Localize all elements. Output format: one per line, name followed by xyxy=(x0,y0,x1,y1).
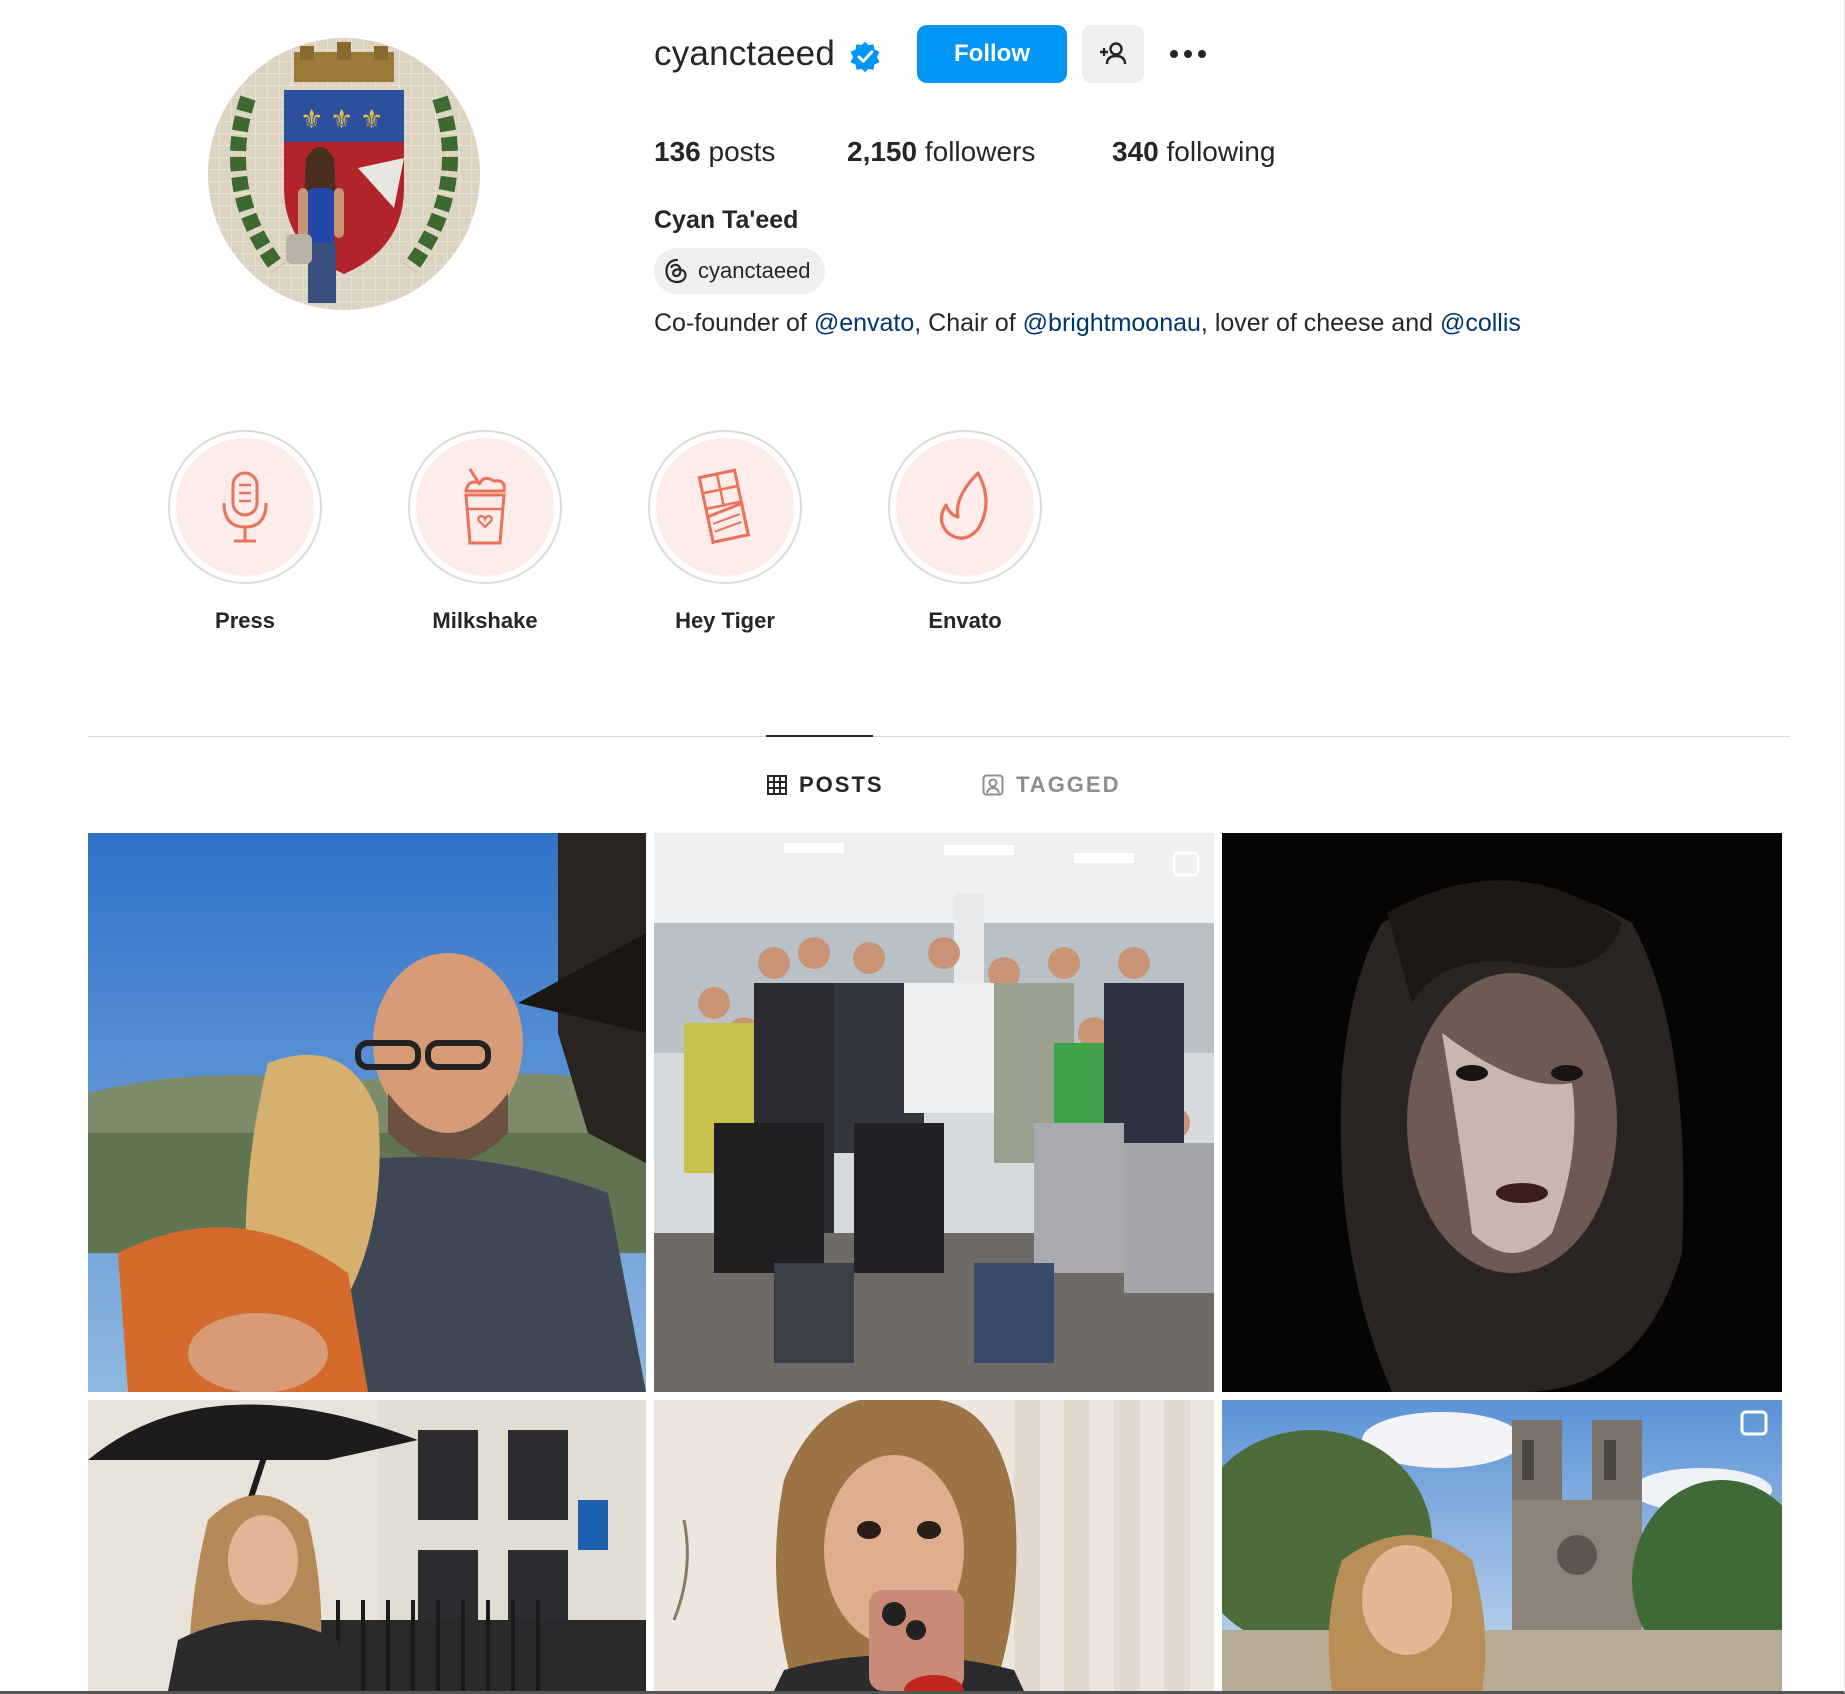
more-options-button[interactable] xyxy=(1162,30,1214,78)
highlight-hey-tiger[interactable]: Hey Tiger xyxy=(648,430,802,634)
milkshake-icon xyxy=(464,468,506,545)
highlight-ring xyxy=(648,430,802,584)
post-image xyxy=(1222,1400,1782,1691)
bio-link-collis[interactable]: @collis xyxy=(1440,309,1521,337)
post-image xyxy=(88,833,646,1392)
bio-link-envato[interactable]: @envato xyxy=(814,309,914,337)
post-thumbnail-4[interactable] xyxy=(88,1400,646,1691)
following-link[interactable]: 340 following xyxy=(1112,136,1275,168)
following-label: following xyxy=(1166,136,1276,167)
post-image xyxy=(654,1400,1214,1691)
profile-username: cyanctaeed xyxy=(654,34,836,73)
verified-badge-icon xyxy=(850,41,880,73)
posts-count: 136 xyxy=(654,136,701,167)
highlight-label: Press xyxy=(215,608,275,633)
highlight-label: Envato xyxy=(928,608,1002,633)
highlight-ring xyxy=(408,430,562,584)
post-thumbnail-1[interactable] xyxy=(88,833,646,1392)
highlight-press[interactable]: Press xyxy=(168,430,322,634)
following-count: 340 xyxy=(1112,136,1159,167)
followers-count: 2,150 xyxy=(847,136,918,167)
tagged-person-icon xyxy=(982,774,1004,796)
highlight-label: Hey Tiger xyxy=(675,608,775,633)
avatar-image: ⚜ ⚜ ⚜ xyxy=(208,38,480,310)
post-thumbnail-3[interactable] xyxy=(1222,833,1782,1392)
suggested-users-button[interactable] xyxy=(1082,25,1144,83)
threads-handle: cyanctaeed xyxy=(698,258,811,283)
profile-page: ⚜ ⚜ ⚜ cyanctaeed Follow 136 posts 2,150 … xyxy=(0,0,1845,1694)
threads-icon xyxy=(665,258,687,284)
post-thumbnail-5[interactable] xyxy=(654,1400,1214,1691)
post-thumbnail-6[interactable] xyxy=(1222,1400,1782,1691)
more-dots-icon xyxy=(1170,50,1206,58)
bio-text-3: , lover of cheese and xyxy=(1200,309,1440,337)
svg-text:⚜: ⚜ xyxy=(300,105,323,135)
highlight-envato[interactable]: Envato xyxy=(888,430,1042,634)
posts-label: posts xyxy=(708,136,776,167)
tab-tagged[interactable]: TAGGED xyxy=(982,772,1120,798)
profile-bio: Co-founder of @envato, Chair of @brightm… xyxy=(654,309,1521,338)
svg-text:⚜: ⚜ xyxy=(360,105,383,135)
post-image xyxy=(88,1400,646,1691)
followers-link[interactable]: 2,150 followers xyxy=(847,136,1035,168)
highlight-label: Milkshake xyxy=(432,608,538,633)
highlight-ring xyxy=(168,430,322,584)
bio-link-brightmoonau[interactable]: @brightmoonau xyxy=(1023,309,1201,337)
microphone-icon xyxy=(222,471,268,543)
active-tab-indicator xyxy=(766,735,873,737)
post-image xyxy=(1222,833,1782,1392)
posts-count-stat: 136 posts xyxy=(654,136,775,168)
profile-avatar[interactable]: ⚜ ⚜ ⚜ xyxy=(208,38,480,310)
envato-leaf-icon xyxy=(939,471,988,540)
follow-button[interactable]: Follow xyxy=(917,25,1067,83)
tabs-divider xyxy=(88,736,1790,737)
tab-posts-label: POSTS xyxy=(799,772,884,797)
followers-label: followers xyxy=(924,136,1036,167)
chocolate-bar-icon xyxy=(697,468,751,545)
tab-tagged-label: TAGGED xyxy=(1016,772,1121,797)
bio-text-1: Co-founder of xyxy=(654,309,814,337)
grid-icon xyxy=(767,775,787,795)
post-image xyxy=(654,833,1214,1392)
bio-text-2: , Chair of xyxy=(914,309,1023,337)
add-person-icon xyxy=(1100,42,1127,65)
post-thumbnail-2[interactable] xyxy=(654,833,1214,1392)
threads-badge[interactable]: cyanctaeed xyxy=(654,248,825,294)
highlight-milkshake[interactable]: Milkshake xyxy=(408,430,562,634)
highlight-ring xyxy=(888,430,1042,584)
tab-posts[interactable]: POSTS xyxy=(767,772,884,798)
profile-full-name: Cyan Ta'eed xyxy=(654,206,799,234)
svg-text:⚜: ⚜ xyxy=(330,105,353,135)
